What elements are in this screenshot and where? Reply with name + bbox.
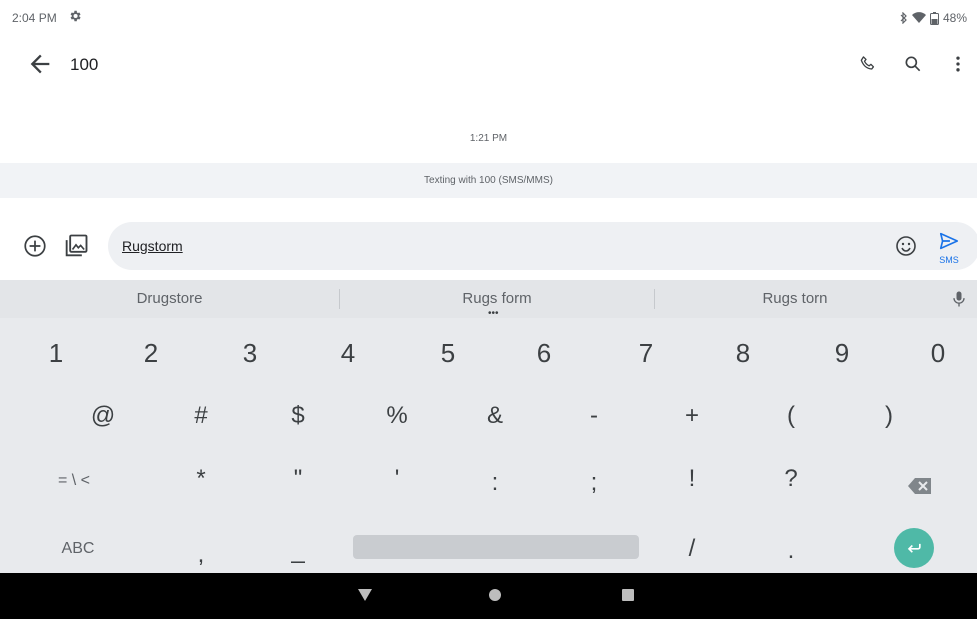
message-timestamp: 1:21 PM [469,133,508,144]
key-1[interactable]: 1 [16,328,96,378]
key-6[interactable]: 6 [504,328,584,378]
microphone-icon [953,291,965,307]
key-semicolon[interactable]: ; [554,458,634,508]
nav-home-icon[interactable] [489,589,501,601]
backspace-icon [908,478,931,494]
key-slash[interactable]: / [652,524,732,574]
send-icon [939,232,959,250]
key-dollar[interactable]: $ [258,391,338,441]
phone-icon [860,56,875,70]
key-5[interactable]: 5 [408,328,488,378]
texting-info-banner: Texting with 100 (SMS/MMS) [0,163,977,198]
key-plus[interactable]: + [652,391,732,441]
battery-percent: 48% [942,11,967,25]
abc-key[interactable]: ABC [38,524,118,574]
key-open-paren[interactable]: ( [751,391,831,441]
wifi-icon [911,12,926,23]
gallery-button[interactable] [62,232,90,260]
status-time: 2:04 PM [12,11,57,25]
bluetooth-icon [900,12,907,24]
status-right: 48% [900,11,967,25]
space-bar[interactable] [353,535,639,559]
status-bar: 2:04 PM 48% [0,0,977,34]
search-button[interactable] [899,50,927,78]
key-0[interactable]: 0 [898,328,977,378]
key-question[interactable]: ? [751,454,831,504]
back-button[interactable] [26,50,54,78]
battery-icon [929,11,939,25]
enter-icon [907,543,921,553]
key-asterisk[interactable]: * [161,454,241,504]
voice-input-button[interactable] [949,289,969,309]
suggestion-3[interactable]: Rugs torn [655,280,935,318]
key-minus[interactable]: - [554,391,634,441]
key-single-quote[interactable]: ' [357,454,437,504]
arrow-back-icon [30,54,50,74]
key-close-paren[interactable]: ) [849,391,929,441]
key-percent[interactable]: % [357,391,437,441]
key-double-quote[interactable]: " [258,454,338,504]
key-8[interactable]: 8 [703,328,783,378]
more-suggestions-dots: ••• [488,308,499,319]
message-input-text: Rugstorm [122,238,183,254]
nav-back-icon[interactable] [357,587,373,603]
gallery-icon [65,234,88,257]
add-attachment-button[interactable] [22,233,48,259]
app-bar: 100 [0,40,977,88]
texting-info-text: Texting with 100 (SMS/MMS) [424,175,553,186]
emoji-icon [896,236,916,256]
key-underscore[interactable]: _ [258,526,338,576]
key-colon[interactable]: : [455,458,535,508]
key-more-symbols[interactable]: = \ < [34,456,114,506]
enter-key[interactable] [894,528,934,568]
key-3[interactable]: 3 [210,328,290,378]
key-7[interactable]: 7 [606,328,686,378]
key-at[interactable]: @ [63,391,143,441]
key-2[interactable]: 2 [111,328,191,378]
key-9[interactable]: 9 [802,328,882,378]
key-hash[interactable]: # [161,391,241,441]
send-sms-button[interactable]: SMS [932,230,966,266]
key-exclamation[interactable]: ! [652,454,732,504]
suggestion-1[interactable]: Drugstore [0,280,339,318]
call-button[interactable] [854,50,882,78]
nav-recents-icon[interactable] [622,589,634,601]
suggestion-strip: Drugstore Rugs form Rugs torn ••• [0,280,977,319]
key-4[interactable]: 4 [308,328,388,378]
more-vert-icon [956,56,960,72]
emoji-button[interactable] [894,234,918,258]
add-circle-icon [24,235,46,257]
more-options-button[interactable] [944,50,972,78]
search-icon [905,56,921,72]
message-input[interactable]: Rugstorm SMS [108,222,977,270]
conversation-title: 100 [70,55,99,74]
backspace-key[interactable] [907,476,933,496]
settings-gear-icon [70,10,81,22]
send-label: SMS [939,255,959,265]
keyboard: Drugstore Rugs form Rugs torn ••• 1 2 3 … [0,280,977,573]
navigation-bar [0,573,977,619]
key-ampersand[interactable]: & [455,391,535,441]
compose-row: Rugstorm SMS [0,220,977,272]
key-period[interactable]: . [751,526,831,576]
